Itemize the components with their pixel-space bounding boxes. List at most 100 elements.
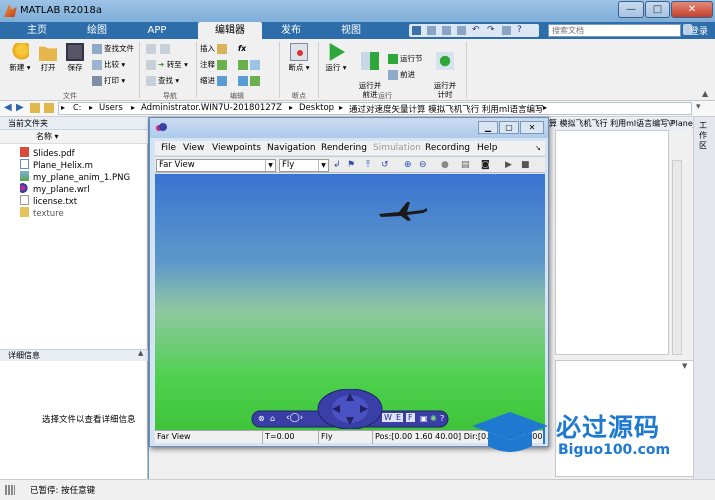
save-button[interactable]: 保存 xyxy=(63,43,87,72)
name-column-header[interactable]: 名称 ▾ xyxy=(0,130,148,144)
path-segment[interactable]: Desktop xyxy=(299,103,334,113)
editor-scrollbar[interactable] xyxy=(672,160,682,355)
wrap-comment-icon[interactable] xyxy=(238,59,262,71)
tab-view[interactable]: 视图 xyxy=(322,22,380,39)
breakpoints-button[interactable]: 断点 ▾ xyxy=(284,43,314,72)
close-button[interactable]: ✕ xyxy=(671,1,713,18)
indent-button[interactable]: 缩进 xyxy=(200,75,229,87)
tab-plots[interactable]: 绘图 xyxy=(68,22,126,39)
vr-minimize-button[interactable]: ▁ xyxy=(478,121,498,134)
help-icon[interactable]: ? xyxy=(517,25,522,35)
find-button[interactable]: 查找 ▾ xyxy=(146,75,179,87)
nav-examine-button[interactable]: E xyxy=(394,413,404,422)
current-path-field[interactable]: ▸ C: ▸ Users ▸ Administrator.WIN7U-20180… xyxy=(58,102,692,115)
forward-arrow-icon[interactable]: ▶ xyxy=(16,102,24,113)
command-collapse-icon[interactable]: ▼ xyxy=(682,362,687,370)
path-segment[interactable]: Administrator.WIN7U-20180127Z xyxy=(141,103,282,113)
camera-icon[interactable]: ◙ xyxy=(481,160,490,171)
vr-menu-file[interactable]: File xyxy=(161,141,176,155)
cut-icon[interactable] xyxy=(427,26,436,35)
comment-button[interactable]: 注释 xyxy=(200,59,229,71)
find-files-button[interactable]: 查找文件 xyxy=(92,43,134,55)
tab-home[interactable]: 主页 xyxy=(8,22,66,39)
minimize-button[interactable]: — xyxy=(618,1,644,18)
vr-menu-view[interactable]: View xyxy=(183,141,204,155)
vr-maximize-button[interactable]: ▢ xyxy=(499,121,519,134)
nav-help-button[interactable]: ? xyxy=(440,414,444,423)
open-button[interactable]: 打开 xyxy=(36,43,60,72)
file-item-anim-png[interactable]: my_plane_anim_1.PNG xyxy=(20,171,130,183)
undo-icon[interactable]: ↶ xyxy=(472,25,480,35)
insert-button[interactable]: 插入 xyxy=(200,43,229,55)
return-to-viewpoint-icon[interactable]: ↲ xyxy=(333,160,341,171)
workspace-strip-label[interactable]: 工作区 xyxy=(699,121,711,151)
nav-walk-button[interactable]: W xyxy=(382,413,394,422)
stop-icon[interactable]: ■ xyxy=(521,160,530,171)
scene-tree-icon[interactable]: ▤ xyxy=(461,160,470,171)
up-folder-icon[interactable] xyxy=(30,103,40,113)
save-icon[interactable] xyxy=(412,26,421,35)
new-button[interactable]: 新建 ▾ xyxy=(6,43,34,72)
editor-pane[interactable] xyxy=(555,130,669,355)
nav-home-icon[interactable]: ⌂ xyxy=(270,414,275,423)
path-segment[interactable]: 通过对速度矢量计算 模拟飞机飞行 利用ml语言编写 xyxy=(349,103,544,115)
vr-menu-navigation[interactable]: Navigation xyxy=(267,141,316,155)
file-item-license[interactable]: license.txt xyxy=(20,195,77,207)
vr-menu-recording[interactable]: Recording xyxy=(425,141,470,155)
folder-item-texture[interactable]: texture xyxy=(20,207,64,219)
nav-close-icon[interactable]: ⊗ xyxy=(258,414,265,423)
path-segment[interactable]: Users xyxy=(99,103,123,113)
redo-icon[interactable]: ↷ xyxy=(487,25,495,35)
zoom-out-icon[interactable]: ⊖ xyxy=(419,160,427,171)
back-arrow-icon[interactable]: ◀ xyxy=(4,102,12,113)
copy-icon[interactable] xyxy=(442,26,451,35)
path-dropdown-icon[interactable]: ▾ xyxy=(696,102,701,112)
paste-icon[interactable] xyxy=(457,26,466,35)
compare-button[interactable]: 比较 ▾ xyxy=(92,59,125,71)
advance-button[interactable]: 前进 xyxy=(388,69,415,81)
goto-button[interactable]: ➜ 转至 ▾ xyxy=(146,59,188,71)
path-segment[interactable]: C: xyxy=(73,103,81,112)
file-item-plane-wrl[interactable]: my_plane.wrl xyxy=(20,183,90,195)
nav-rotate-left-icon[interactable]: ‹◯› xyxy=(286,413,303,423)
switch-windows-icon[interactable] xyxy=(502,26,511,35)
vr-menu-help[interactable]: Help xyxy=(477,141,498,155)
login-link[interactable]: 登录 xyxy=(690,24,708,37)
navigation-mode-select[interactable]: Fly ▼ xyxy=(279,159,329,172)
search-documentation-input[interactable] xyxy=(548,24,681,37)
maximize-button[interactable]: □ xyxy=(645,1,670,18)
flag-viewpoint-icon[interactable]: ⚑ xyxy=(347,160,355,171)
tab-publish[interactable]: 发布 xyxy=(262,22,320,39)
nav-headlight-icon[interactable]: ✺ xyxy=(430,414,437,423)
play-icon[interactable]: ▶ xyxy=(505,160,512,171)
browse-folder-icon[interactable] xyxy=(44,103,54,113)
vr-menu-dock-icon[interactable]: ↘ xyxy=(535,141,541,155)
smart-indent-icon[interactable] xyxy=(238,75,262,87)
record-icon[interactable]: ● xyxy=(441,160,449,171)
tab-apps[interactable]: APP xyxy=(128,22,186,39)
file-item-slides-pdf[interactable]: Slides.pdf xyxy=(20,147,75,159)
collapse-ribbon-icon[interactable]: ▲ xyxy=(702,89,708,98)
nav-viewpoint-icon[interactable]: ▣ xyxy=(420,414,428,423)
vr-menu-rendering[interactable]: Rendering xyxy=(321,141,367,155)
vr-menu-viewpoints[interactable]: Viewpoints xyxy=(212,141,261,155)
straighten-up-icon[interactable]: ⤒ xyxy=(366,160,370,171)
vr-3d-canvas[interactable]: ⊗ ⌂ ‹◯› W E F ▣ ✺ ? xyxy=(155,174,545,430)
vr-close-button[interactable]: ✕ xyxy=(520,121,544,134)
run-button[interactable]: 运行 ▾ xyxy=(322,43,350,72)
fx-button[interactable]: fx xyxy=(238,43,246,55)
run-section-button[interactable]: 运行节 xyxy=(388,53,423,65)
nav-back-forward[interactable] xyxy=(146,43,172,55)
viewpoint-select[interactable]: Far View ▼ xyxy=(156,159,276,172)
zoom-in-icon[interactable]: ⊕ xyxy=(404,160,412,171)
graduation-cap-icon xyxy=(472,412,548,452)
file-name: my_plane.wrl xyxy=(33,185,90,195)
editor-close-icon[interactable]: ✕ xyxy=(669,118,676,127)
nav-fly-button[interactable]: F xyxy=(406,413,415,422)
print-button[interactable]: 打印 ▾ xyxy=(92,75,125,87)
file-item-plane-helix[interactable]: Plane_Helix.m xyxy=(20,159,93,171)
tab-editor[interactable]: 编辑器 xyxy=(198,22,262,39)
undo-move-icon[interactable]: ↺ xyxy=(381,160,389,171)
details-collapse-icon[interactable]: ▲ xyxy=(138,349,143,357)
run-and-time-button[interactable]: 运行并 计时 xyxy=(430,43,460,99)
